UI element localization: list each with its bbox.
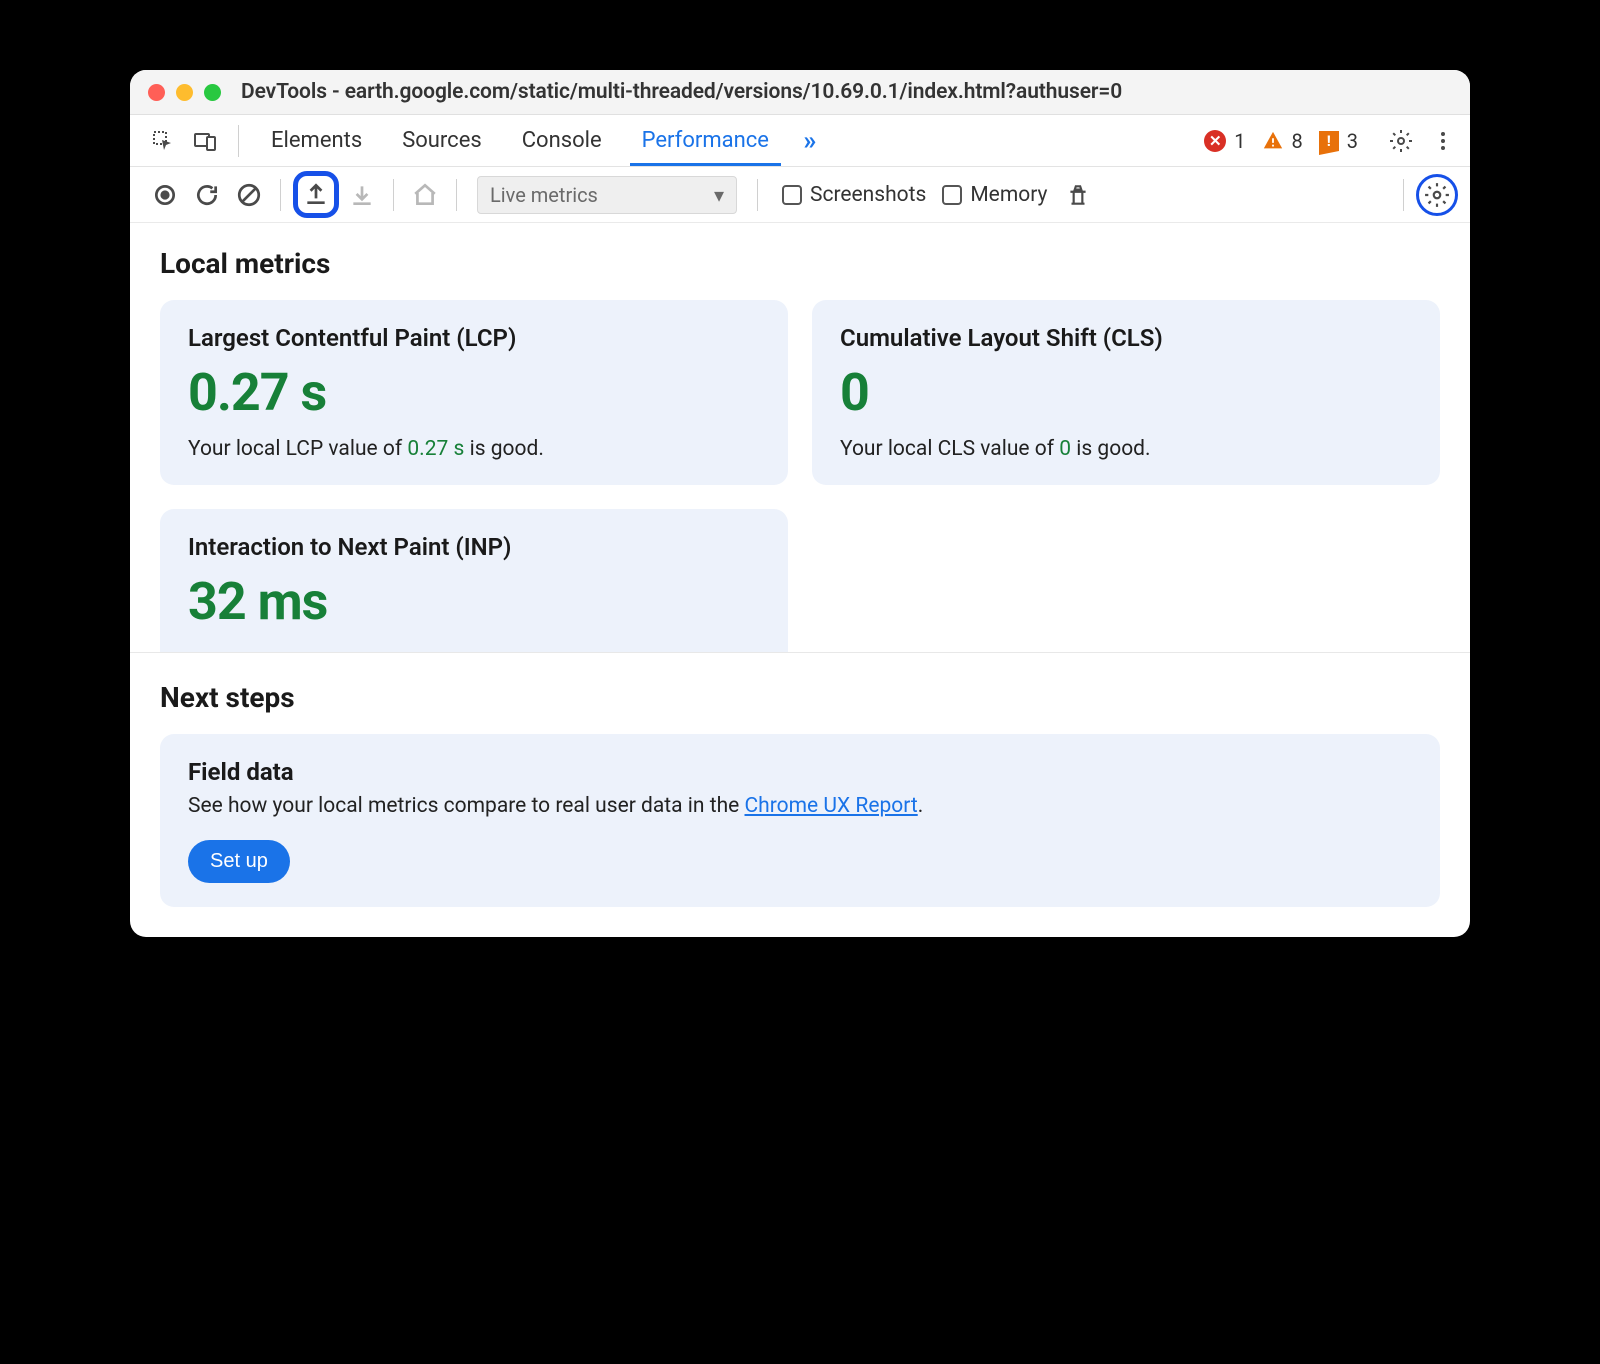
kebab-menu-icon[interactable] — [1426, 124, 1460, 158]
screenshots-label: Screenshots — [810, 183, 926, 207]
garbage-collect-icon[interactable] — [1059, 176, 1097, 214]
inp-card: Interaction to Next Paint (INP) 32 ms — [160, 509, 788, 652]
memory-checkbox[interactable]: Memory — [942, 183, 1047, 207]
upload-profile-highlight — [293, 171, 339, 218]
lcp-value: 0.27 s — [188, 362, 760, 423]
traffic-lights — [148, 84, 221, 101]
upload-icon[interactable] — [300, 178, 332, 210]
divider — [238, 125, 239, 157]
performance-panel: Local metrics Largest Contentful Paint (… — [130, 223, 1470, 937]
tab-performance[interactable]: Performance — [626, 116, 785, 165]
cls-card: Cumulative Layout Shift (CLS) 0 Your loc… — [812, 300, 1440, 485]
reload-record-icon[interactable] — [188, 176, 226, 214]
window-title: DevTools - earth.google.com/static/multi… — [241, 80, 1122, 104]
screenshots-checkbox[interactable]: Screenshots — [782, 183, 926, 207]
device-toolbar-icon[interactable] — [188, 124, 222, 158]
devtools-tabs: Elements Sources Console Performance » ✕… — [130, 115, 1470, 167]
minimize-window-button[interactable] — [176, 84, 193, 101]
tab-elements[interactable]: Elements — [255, 116, 378, 165]
capture-settings-highlight — [1416, 174, 1458, 216]
inspect-element-icon[interactable] — [146, 124, 180, 158]
lcp-title: Largest Contentful Paint (LCP) — [188, 324, 760, 352]
divider — [456, 179, 457, 211]
console-status[interactable]: ✕ 1 8 ! 3 — [1204, 129, 1368, 153]
local-metrics-heading: Local metrics — [160, 247, 1440, 280]
inp-row: Interaction to Next Paint (INP) 32 ms — [130, 509, 1470, 653]
inp-title: Interaction to Next Paint (INP) — [188, 533, 760, 561]
memory-label: Memory — [970, 183, 1047, 207]
warning-count: 8 — [1292, 129, 1303, 153]
download-icon[interactable] — [343, 176, 381, 214]
fullscreen-window-button[interactable] — [204, 84, 221, 101]
tab-sources[interactable]: Sources — [386, 116, 498, 165]
close-window-button[interactable] — [148, 84, 165, 101]
warning-icon — [1262, 130, 1284, 152]
lcp-card: Largest Contentful Paint (LCP) 0.27 s Yo… — [160, 300, 788, 485]
history-select[interactable]: Live metrics ▾ — [477, 176, 737, 214]
record-icon[interactable] — [146, 176, 184, 214]
divider — [757, 179, 758, 211]
divider — [280, 179, 281, 211]
cls-value: 0 — [840, 362, 1412, 423]
clear-icon[interactable] — [230, 176, 268, 214]
error-count: 1 — [1234, 129, 1245, 153]
crux-report-link[interactable]: Chrome UX Report — [745, 794, 918, 818]
home-icon[interactable] — [406, 176, 444, 214]
checkbox-icon — [942, 185, 962, 205]
checkbox-icon — [782, 185, 802, 205]
devtools-window: DevTools - earth.google.com/static/multi… — [130, 70, 1470, 937]
issue-count: 3 — [1347, 129, 1358, 153]
divider — [393, 179, 394, 211]
titlebar: DevTools - earth.google.com/static/multi… — [130, 70, 1470, 115]
performance-toolbar: Live metrics ▾ Screenshots Memory — [130, 167, 1470, 223]
next-steps-heading: Next steps — [160, 681, 1440, 714]
setup-button[interactable]: Set up — [188, 840, 290, 883]
more-tabs-icon[interactable]: » — [793, 124, 827, 158]
field-data-description: See how your local metrics compare to re… — [188, 794, 1412, 818]
field-data-title: Field data — [188, 758, 1412, 786]
field-data-card: Field data See how your local metrics co… — [160, 734, 1440, 907]
tab-console[interactable]: Console — [506, 116, 618, 165]
lcp-description: Your local LCP value of 0.27 s is good. — [188, 437, 760, 461]
inp-value: 32 ms — [188, 571, 760, 632]
capture-settings-icon[interactable] — [1422, 180, 1452, 210]
cls-description: Your local CLS value of 0 is good. — [840, 437, 1412, 461]
settings-icon[interactable] — [1384, 124, 1418, 158]
cls-title: Cumulative Layout Shift (CLS) — [840, 324, 1412, 352]
divider — [1403, 179, 1404, 211]
history-select-label: Live metrics — [490, 183, 598, 207]
chevron-down-icon: ▾ — [714, 183, 724, 207]
error-icon: ✕ — [1204, 130, 1226, 152]
metrics-grid: Largest Contentful Paint (LCP) 0.27 s Yo… — [160, 300, 1440, 485]
issue-icon: ! — [1319, 131, 1339, 151]
